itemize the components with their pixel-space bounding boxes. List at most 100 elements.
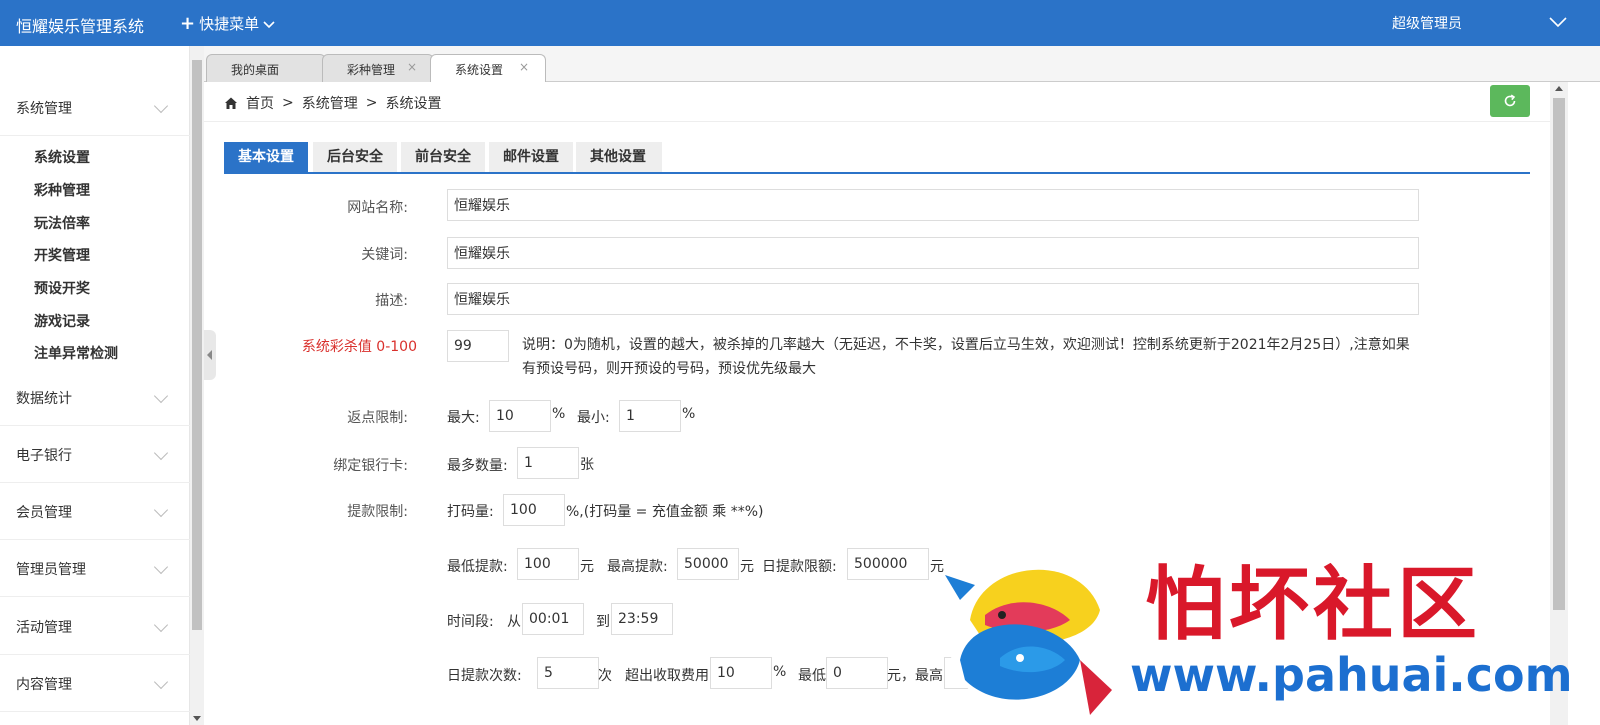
- tab-other-settings[interactable]: 其他设置: [576, 142, 662, 172]
- sidebar-item-bet-anomaly[interactable]: 注单异常检测: [34, 343, 118, 363]
- top-navbar: 恒耀娱乐管理系统 + 快捷菜单 超级管理员: [0, 0, 1600, 46]
- fish-logo-icon: [945, 553, 1112, 717]
- time-to-input[interactable]: [611, 603, 673, 635]
- time-from-input[interactable]: [522, 603, 584, 635]
- tab-backend-security[interactable]: 后台安全: [313, 142, 397, 172]
- quick-menu-label: 快捷菜单: [199, 15, 260, 33]
- scroll-up-arrow-icon[interactable]: [1555, 86, 1563, 91]
- scrollbar-thumb[interactable]: [1553, 98, 1565, 610]
- rebate-min-label: 最小:: [577, 410, 610, 426]
- chevron-down-icon: [153, 559, 169, 574]
- yuan-unit: 元: [740, 559, 754, 575]
- breadcrumb-separator: >: [282, 95, 294, 111]
- tab-label: 彩种管理: [347, 63, 396, 77]
- sidebar-group-system[interactable]: 系统管理: [0, 80, 190, 136]
- sidebar-group-activities[interactable]: 活动管理: [0, 599, 190, 655]
- min-withdraw-label: 最低提款:: [447, 559, 508, 575]
- scrollbar-thumb[interactable]: [192, 60, 202, 630]
- breadcrumb-system[interactable]: 系统管理: [302, 93, 358, 113]
- breadcrumb-current: 系统设置: [385, 96, 442, 112]
- percent-sign: %: [552, 406, 566, 422]
- yuan-unit: 元: [930, 559, 944, 575]
- keywords-input[interactable]: [447, 237, 1419, 269]
- bind-card-label: 绑定银行卡:: [333, 458, 408, 474]
- sidebar-group-statistics[interactable]: 数据统计: [0, 370, 190, 426]
- bind-card-unit: 张: [580, 457, 594, 473]
- fee-min-input[interactable]: [826, 657, 888, 689]
- sidebar-group-label: 系统管理: [16, 100, 72, 117]
- sidebar-item-odds[interactable]: 玩法倍率: [34, 213, 90, 233]
- keywords-label: 关键词:: [361, 247, 408, 263]
- home-icon: [225, 97, 237, 109]
- percent-sign: %: [773, 664, 787, 680]
- sidebar-collapse-handle[interactable]: [204, 330, 216, 380]
- sidebar-group-content[interactable]: 内容管理: [0, 656, 190, 712]
- breadcrumb-separator: >: [365, 95, 378, 111]
- bind-card-max-input[interactable]: [517, 447, 579, 479]
- refresh-button[interactable]: [1490, 85, 1530, 117]
- tab-mail-settings[interactable]: 邮件设置: [489, 142, 573, 172]
- rebate-max-input[interactable]: [489, 400, 551, 432]
- sidebar-item-lottery-types[interactable]: 彩种管理: [34, 180, 90, 200]
- tab-system-settings[interactable]: 系统设置 ×: [430, 54, 546, 83]
- chevron-down-icon: [153, 502, 169, 517]
- sidebar-item-game-records[interactable]: 游戏记录: [34, 311, 90, 331]
- max-withdraw-label: 最高提款:: [607, 559, 668, 575]
- excess-fee-input[interactable]: [710, 657, 772, 689]
- site-name-label: 网站名称:: [347, 200, 408, 216]
- daily-count-input[interactable]: [537, 657, 599, 689]
- watermark-title: 怕坏社区: [1145, 557, 1481, 651]
- sidebar-group-members[interactable]: 会员管理: [0, 484, 190, 540]
- sidebar-item-preset-draw[interactable]: 预设开奖: [34, 278, 90, 298]
- description-input[interactable]: [447, 283, 1419, 315]
- bet-volume-input[interactable]: [503, 494, 565, 526]
- main-scrollbar[interactable]: [1550, 82, 1568, 725]
- chevron-down-icon[interactable]: [1548, 12, 1568, 32]
- sidebar-group-admins[interactable]: 管理员管理: [0, 541, 190, 597]
- sidebar-group-ebank[interactable]: 电子银行: [0, 427, 190, 483]
- fee-max-label: 元，最高: [887, 668, 943, 684]
- count-unit: 次: [598, 668, 612, 684]
- bet-volume-label: 打码量:: [447, 504, 494, 520]
- rebate-min-input[interactable]: [619, 400, 681, 432]
- chevron-down-icon: [153, 445, 169, 460]
- sidebar-scrollbar[interactable]: [190, 46, 204, 725]
- sidebar-group-label: 电子银行: [16, 447, 72, 464]
- admin-user-menu[interactable]: 超级管理员: [1392, 13, 1462, 33]
- max-withdraw-input[interactable]: [677, 548, 739, 580]
- rebate-label: 返点限制:: [347, 410, 408, 426]
- quick-menu-button[interactable]: + 快捷菜单: [180, 13, 275, 34]
- tab-desktop[interactable]: 我的桌面: [206, 54, 326, 82]
- close-icon[interactable]: ×: [407, 60, 417, 74]
- kill-value-note: 说明：0为随机，设置的越大，被杀掉的几率越大（无延迟，不卡奖，设置后立马生效，欢…: [522, 337, 1410, 377]
- daily-limit-label: 日提款限额:: [762, 559, 837, 575]
- min-withdraw-input[interactable]: [517, 548, 579, 580]
- chevron-down-icon: [153, 617, 169, 632]
- watermark: 怕坏社区 www.pahuai.com: [940, 540, 1573, 725]
- fee-max-input[interactable]: [944, 657, 984, 689]
- settings-tabs: 基本设置 后台安全 前台安全 邮件设置 其他设置: [224, 142, 1530, 174]
- close-icon[interactable]: ×: [519, 60, 529, 74]
- sidebar-item-draw-management[interactable]: 开奖管理: [34, 245, 90, 265]
- sidebar-group-label: 活动管理: [16, 619, 72, 636]
- tab-label: 我的桌面: [231, 63, 280, 77]
- bet-volume-note: %,(打码量 = 充值金额 乘 **%): [566, 504, 764, 520]
- refresh-icon: [1504, 94, 1516, 107]
- rebate-max-label: 最大:: [447, 410, 480, 426]
- breadcrumb-home[interactable]: 首页: [246, 93, 274, 113]
- kill-value-input[interactable]: [447, 330, 509, 362]
- scroll-down-arrow-icon[interactable]: [193, 716, 201, 721]
- daily-count-label: 日提款次数:: [447, 668, 522, 684]
- watermark-url: www.pahuai.com: [1130, 648, 1573, 702]
- time-range-label: 时间段:: [447, 614, 494, 630]
- chevron-down-icon: [153, 98, 169, 113]
- page-tabs-bar: 我的桌面 彩种管理 × 系统设置 ×: [204, 46, 1600, 83]
- sidebar: 系统管理 系统设置 彩种管理 玩法倍率 开奖管理 预设开奖 游戏记录 注单异常检…: [0, 46, 190, 725]
- tab-frontend-security[interactable]: 前台安全: [401, 142, 485, 172]
- chevron-down-icon: [263, 20, 275, 28]
- sidebar-item-system-settings[interactable]: 系统设置: [34, 147, 90, 167]
- tab-lottery-types[interactable]: 彩种管理 ×: [322, 54, 434, 82]
- site-name-input[interactable]: [447, 189, 1419, 221]
- daily-limit-input[interactable]: [847, 548, 929, 580]
- tab-basic-settings[interactable]: 基本设置: [224, 142, 308, 172]
